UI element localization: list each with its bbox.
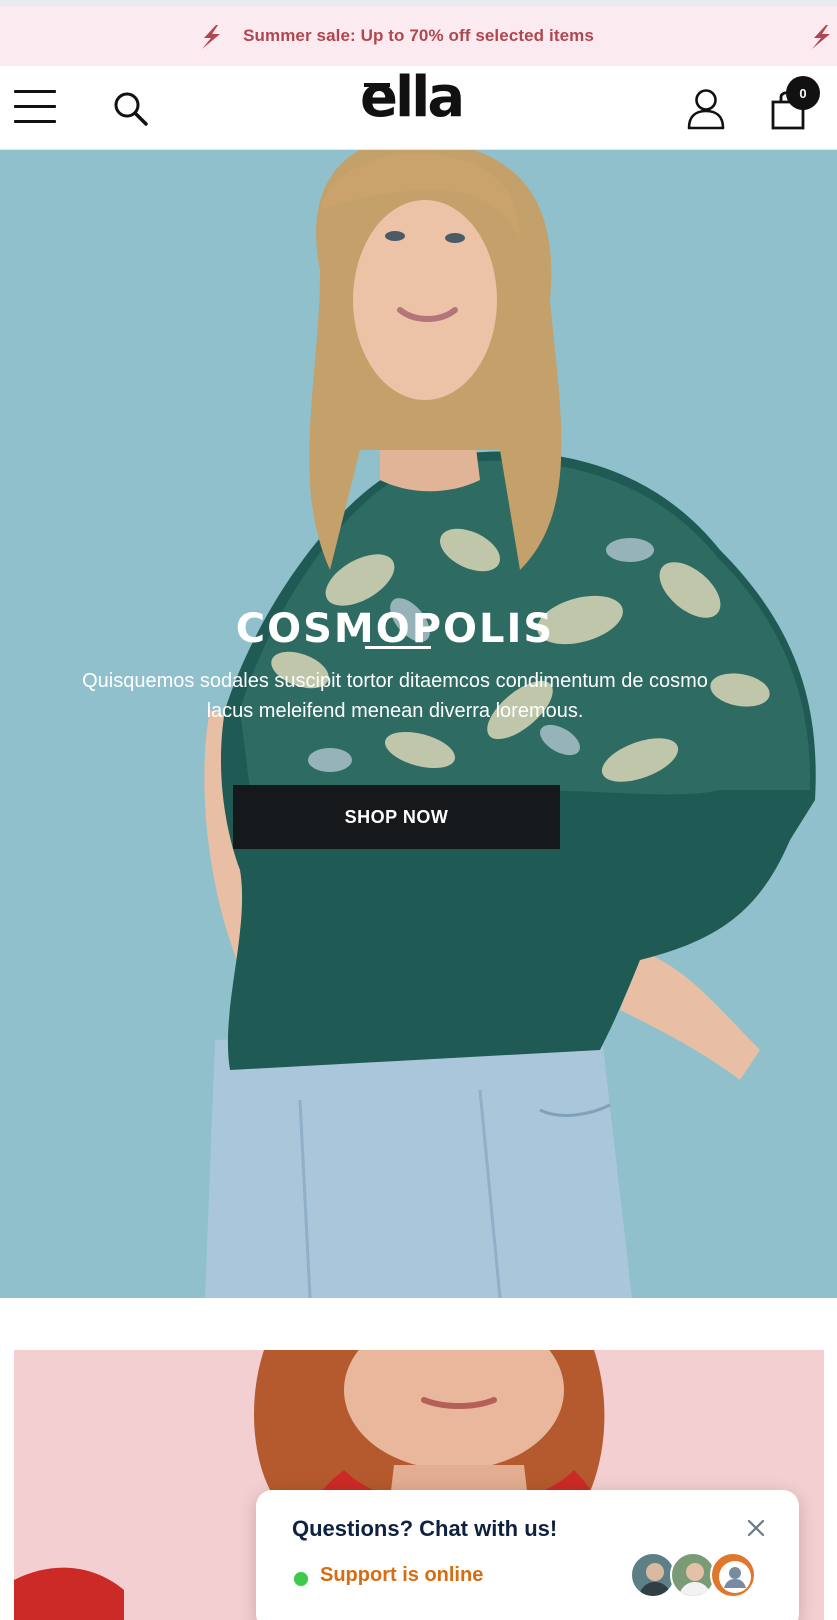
- shop-now-button[interactable]: SHOP NOW: [233, 785, 560, 849]
- hero-description: Quisquemos sodales suscipit tortor ditae…: [82, 670, 708, 722]
- support-status: Support is online: [320, 1564, 484, 1586]
- chat-heading: Questions? Chat with us!: [292, 1516, 558, 1541]
- site-logo[interactable]: ella: [360, 70, 465, 126]
- site-header: ella 0: [0, 66, 837, 150]
- account-icon[interactable]: [686, 88, 726, 130]
- lightning-bolt-icon: [202, 25, 220, 49]
- cart-count-badge: 0: [786, 76, 820, 110]
- close-icon[interactable]: [744, 1516, 768, 1540]
- search-icon[interactable]: [112, 90, 150, 128]
- online-indicator: [294, 1572, 308, 1586]
- announcement-text: Summer sale: Up to 70% off selected item…: [243, 26, 594, 45]
- avatar: [710, 1552, 756, 1598]
- lightning-bolt-icon: [812, 25, 830, 49]
- chat-widget[interactable]: Questions? Chat with us! Support is onli…: [256, 1490, 799, 1620]
- hero-title-underline: [365, 646, 431, 649]
- menu-icon[interactable]: [14, 90, 56, 124]
- announcement-bar[interactable]: Summer sale: Up to 70% off selected item…: [0, 6, 837, 66]
- hero-banner: COSMOPOLIS Quisquemos sodales suscipit t…: [0, 150, 837, 1298]
- agent-avatars: [630, 1552, 780, 1600]
